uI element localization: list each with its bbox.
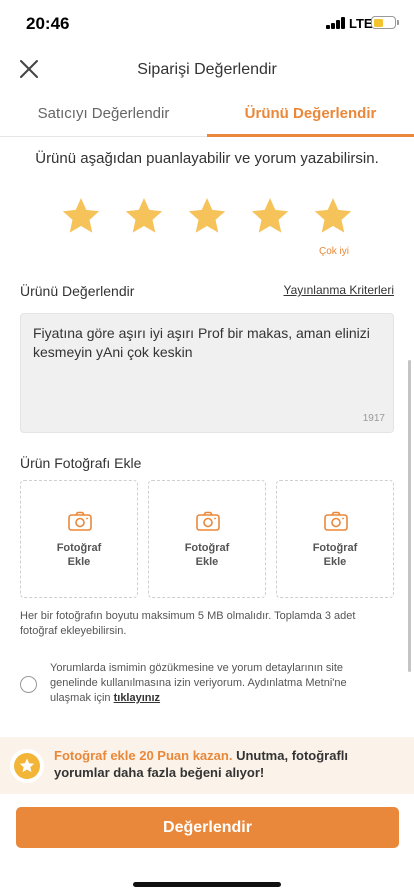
- network-type: LTE: [349, 16, 373, 31]
- camera-icon: [196, 511, 220, 531]
- status-time: 20:46: [26, 14, 70, 33]
- star-icon[interactable]: [124, 196, 164, 236]
- consent-radio[interactable]: [20, 676, 37, 693]
- consent-text: Yorumlarda ismimin gözükmesine ve yorum …: [50, 662, 347, 704]
- star-icon[interactable]: [61, 196, 101, 236]
- scrollbar[interactable]: [408, 360, 411, 672]
- consent-link[interactable]: tıklayınız: [114, 692, 160, 704]
- consent-row: Yorumlarda ismimin gözükmesine ve yorum …: [20, 661, 390, 711]
- review-text: Fiyatına göre aşırı iyi aşırı Prof bir m…: [33, 325, 370, 360]
- tab-rate-product[interactable]: Ürünü Değerlendir: [207, 92, 414, 137]
- add-photo-label: Fotoğraf Ekle: [56, 542, 102, 568]
- rating-label: Çok iyi: [318, 246, 349, 257]
- tab-rate-seller[interactable]: Satıcıyı Değerlendir: [0, 92, 207, 137]
- tab-bar: Satıcıyı Değerlendir Ürünü Değerlendir: [0, 92, 414, 137]
- status-bar: 20:46 LTE: [0, 0, 414, 48]
- promo-text: Fotoğraf ekle 20 Puan kazan. Unutma, fot…: [54, 747, 400, 781]
- review-textarea[interactable]: Fiyatına göre aşırı iyi aşırı Prof bir m…: [20, 313, 394, 433]
- add-photo-slot-3[interactable]: Fotoğraf Ekle: [276, 480, 394, 598]
- signal-icon: [326, 17, 346, 29]
- battery-icon: [371, 16, 399, 29]
- review-section-header: Ürünü Değerlendir Yayınlanma Kriterleri: [20, 283, 394, 299]
- add-photo-slot-1[interactable]: Fotoğraf Ekle: [20, 480, 138, 598]
- review-section-title: Ürünü Değerlendir: [20, 283, 135, 299]
- star-icon[interactable]: [313, 196, 353, 236]
- add-photo-slot-2[interactable]: Fotoğraf Ekle: [148, 480, 266, 598]
- photo-section-title: Ürün Fotoğrafı Ekle: [20, 455, 142, 471]
- star-icon[interactable]: [187, 196, 227, 236]
- add-photo-label: Fotoğraf Ekle: [184, 542, 230, 568]
- active-tab-indicator: [207, 134, 414, 137]
- photo-size-note: Her bir fotoğrafın boyutu maksimum 5 MB …: [20, 610, 356, 637]
- char-count: 1917: [362, 413, 385, 424]
- promo-highlight: Fotoğraf ekle 20 Puan kazan.: [54, 748, 233, 763]
- header: Siparişi Değerlendir: [0, 48, 414, 92]
- home-indicator: [133, 882, 281, 887]
- add-photo-label: Fotoğraf Ekle: [312, 542, 358, 568]
- camera-icon: [324, 511, 348, 531]
- page-title: Siparişi Değerlendir: [137, 61, 277, 78]
- criteria-link[interactable]: Yayınlanma Kriterleri: [284, 283, 394, 297]
- promo-banner: Fotoğraf ekle 20 Puan kazan. Unutma, fot…: [0, 737, 414, 794]
- star-icon[interactable]: [250, 196, 290, 236]
- submit-button[interactable]: Değerlendir: [16, 807, 399, 848]
- star-badge-icon: [10, 749, 44, 783]
- intro-text: Ürünü aşağıdan puanlayabilir ve yorum ya…: [35, 150, 379, 167]
- camera-icon: [68, 511, 92, 531]
